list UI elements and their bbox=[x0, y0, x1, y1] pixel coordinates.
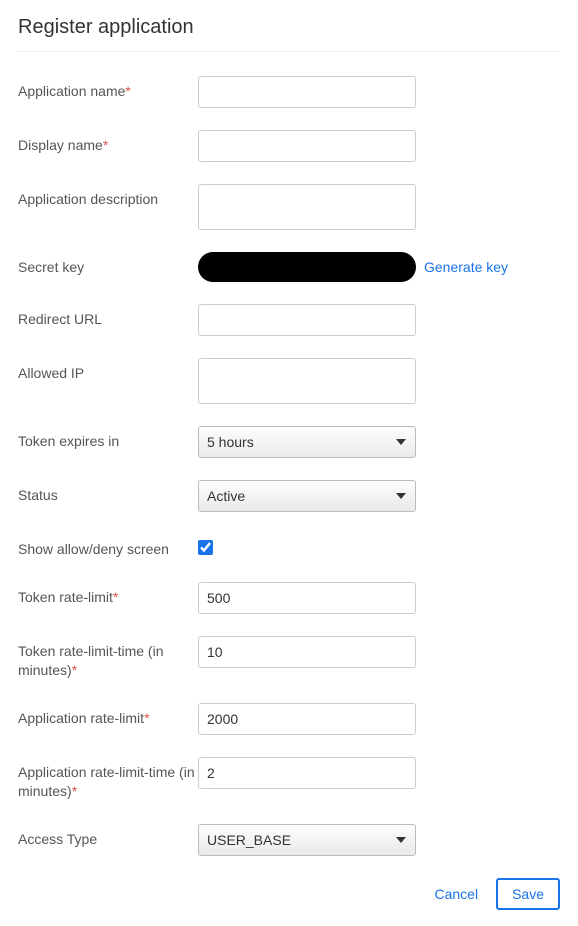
label-secret-key: Secret key bbox=[18, 252, 198, 278]
label-access-type: Access Type bbox=[18, 824, 198, 850]
required-marker: * bbox=[125, 83, 130, 99]
token-rate-limit-time-input[interactable] bbox=[198, 636, 416, 668]
label-token-rate-limit-time: Token rate-limit-time (in minutes)* bbox=[18, 636, 198, 681]
footer-actions: Cancel Save bbox=[18, 878, 560, 910]
label-show-allow-deny: Show allow/deny screen bbox=[18, 534, 198, 560]
label-text: Display name bbox=[18, 137, 103, 153]
label-display-name: Display name* bbox=[18, 130, 198, 156]
row-allowed-ip: Allowed IP bbox=[18, 358, 560, 404]
show-allow-deny-checkbox[interactable] bbox=[198, 540, 213, 555]
row-token-rate-limit-time: Token rate-limit-time (in minutes)* bbox=[18, 636, 560, 681]
label-token-expires: Token expires in bbox=[18, 426, 198, 452]
application-name-input[interactable] bbox=[198, 76, 416, 108]
label-redirect-url: Redirect URL bbox=[18, 304, 198, 330]
required-marker: * bbox=[103, 137, 108, 153]
status-select-wrap: Active bbox=[198, 480, 416, 512]
row-application-name: Application name* bbox=[18, 76, 560, 108]
row-token-expires: Token expires in 5 hours bbox=[18, 426, 560, 458]
label-allowed-ip: Allowed IP bbox=[18, 358, 198, 384]
row-application-rate-limit-time: Application rate-limit-time (in minutes)… bbox=[18, 757, 560, 802]
required-marker: * bbox=[72, 783, 77, 799]
display-name-input[interactable] bbox=[198, 130, 416, 162]
label-application-description: Application description bbox=[18, 184, 198, 210]
label-text: Token rate-limit-time (in minutes) bbox=[18, 643, 163, 679]
label-application-rate-limit: Application rate-limit* bbox=[18, 703, 198, 729]
required-marker: * bbox=[113, 589, 118, 605]
label-text: Token rate-limit bbox=[18, 589, 113, 605]
application-rate-limit-input[interactable] bbox=[198, 703, 416, 735]
token-rate-limit-input[interactable] bbox=[198, 582, 416, 614]
required-marker: * bbox=[144, 710, 149, 726]
row-secret-key: Secret key Generate key bbox=[18, 252, 560, 282]
allowed-ip-input[interactable] bbox=[198, 358, 416, 404]
application-description-input[interactable] bbox=[198, 184, 416, 230]
row-redirect-url: Redirect URL bbox=[18, 304, 560, 336]
cancel-button[interactable]: Cancel bbox=[434, 886, 478, 902]
row-token-rate-limit: Token rate-limit* bbox=[18, 582, 560, 614]
status-select[interactable]: Active bbox=[198, 480, 416, 512]
row-access-type: Access Type USER_BASE bbox=[18, 824, 560, 856]
label-text: Application rate-limit bbox=[18, 710, 144, 726]
generate-key-link[interactable]: Generate key bbox=[424, 259, 508, 275]
save-button[interactable]: Save bbox=[496, 878, 560, 910]
page-title: Register application bbox=[18, 16, 560, 52]
label-application-name: Application name* bbox=[18, 76, 198, 102]
application-rate-limit-time-input[interactable] bbox=[198, 757, 416, 789]
token-expires-select[interactable]: 5 hours bbox=[198, 426, 416, 458]
secret-key-masked bbox=[198, 252, 416, 282]
required-marker: * bbox=[72, 662, 77, 678]
row-application-description: Application description bbox=[18, 184, 560, 230]
label-status: Status bbox=[18, 480, 198, 506]
redirect-url-input[interactable] bbox=[198, 304, 416, 336]
label-text: Application name bbox=[18, 83, 125, 99]
token-expires-select-wrap: 5 hours bbox=[198, 426, 416, 458]
row-application-rate-limit: Application rate-limit* bbox=[18, 703, 560, 735]
label-text: Application rate-limit-time (in minutes) bbox=[18, 764, 195, 800]
label-token-rate-limit: Token rate-limit* bbox=[18, 582, 198, 608]
row-display-name: Display name* bbox=[18, 130, 560, 162]
row-show-allow-deny: Show allow/deny screen bbox=[18, 534, 560, 560]
row-status: Status Active bbox=[18, 480, 560, 512]
label-application-rate-limit-time: Application rate-limit-time (in minutes)… bbox=[18, 757, 198, 802]
access-type-select[interactable]: USER_BASE bbox=[198, 824, 416, 856]
access-type-select-wrap: USER_BASE bbox=[198, 824, 416, 856]
